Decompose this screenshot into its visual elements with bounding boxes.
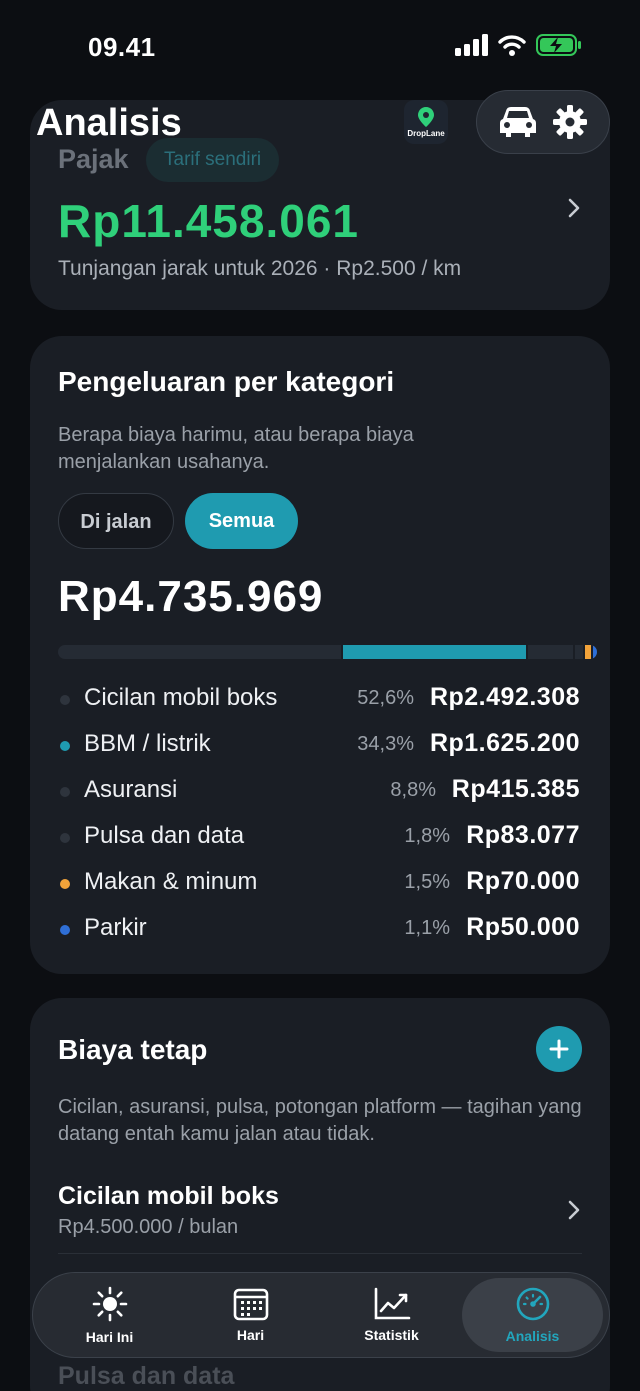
category-percent: 52,6%: [357, 687, 414, 709]
tab-label: Analisis: [505, 1328, 560, 1344]
gear-icon[interactable]: [552, 104, 588, 140]
tab-label: Hari: [236, 1327, 265, 1343]
tab-hari[interactable]: Hari: [180, 1278, 321, 1352]
category-name: Parkir: [84, 914, 147, 941]
category-name: Pulsa dan data: [84, 822, 245, 849]
category-share-segment: [58, 645, 342, 659]
category-name: BBM / listrik: [84, 730, 211, 757]
fixed-costs-description: Cicilan, asuransi, pulsa, potongan platf…: [58, 1096, 582, 1145]
category-title: Pengeluaran per kategori: [58, 366, 395, 397]
fixed-cost-name[interactable]: Pulsa dan data: [58, 1362, 234, 1391]
tab-hari-ini[interactable]: Hari Ini: [39, 1278, 180, 1352]
category-share-segment: [583, 645, 592, 659]
bottom-tab-bar: Hari Ini Hari Statistik Analisis: [32, 1272, 610, 1358]
category-name: Asuransi: [84, 776, 178, 803]
segment-di-jalan[interactable]: Di jalan: [58, 493, 174, 549]
screen: Pajak Tarif sendiri Rp11.458.061 Tunjang…: [0, 0, 640, 1391]
category-percent: 1,1%: [404, 917, 450, 939]
category-amount: Rp415.385: [451, 775, 580, 803]
segment-semua[interactable]: Semua: [185, 493, 298, 549]
tax-value: Rp11.458.061: [58, 195, 360, 247]
category-card: Pengeluaran per kategori Berapa biaya ha…: [30, 336, 610, 974]
tab-label: Hari Ini: [85, 1329, 134, 1345]
category-percent: 1,5%: [404, 871, 450, 893]
category-description: Berapa biaya harimu, atau berapa biaya m…: [58, 424, 414, 473]
tab-analisis[interactable]: Analisis: [462, 1278, 603, 1352]
calendar-icon: [233, 1288, 268, 1321]
category-share-segment: [591, 645, 597, 659]
category-list: Cicilan mobil boks 52,6% Rp2.492.308 BBM / …: [58, 676, 580, 952]
category-percent: 8,8%: [390, 779, 436, 801]
category-amount: Rp1.625.200: [429, 729, 580, 757]
status-time: 09.41: [88, 32, 156, 62]
chart-icon: [374, 1287, 410, 1320]
category-amount: Rp83.077: [466, 821, 580, 849]
category-color-dot: [60, 695, 70, 705]
category-percent: 1,8%: [404, 825, 450, 847]
header-actions: [476, 90, 610, 154]
category-share-bar: [58, 645, 597, 659]
category-share-segment: [341, 645, 526, 659]
category-percent: 34,3%: [357, 733, 414, 755]
category-amount: Rp70.000: [466, 867, 580, 895]
category-total: Rp4.735.969: [58, 572, 324, 621]
status-icons: [454, 34, 582, 56]
category-share-segment: [573, 645, 583, 659]
plus-icon: [549, 1039, 569, 1059]
category-amount: Rp50.000: [466, 913, 580, 941]
fixed-costs-title: Biaya tetap: [58, 1034, 208, 1065]
page-title: Analisis: [36, 102, 182, 144]
battery-charging-icon: [536, 34, 581, 56]
category-color-dot: [60, 741, 70, 751]
fixed-cost-amount: Rp4.500.000 / bulan: [58, 1216, 239, 1238]
category-row: Pulsa dan data 1,8% Rp83.077: [58, 814, 580, 860]
chevron-right-icon: [566, 196, 582, 225]
tab-label: Statistik: [364, 1327, 419, 1343]
fixed-cost-name: Cicilan mobil boks: [58, 1182, 279, 1210]
category-color-dot: [60, 833, 70, 843]
category-name: Makan & minum: [84, 868, 258, 895]
category-row: Cicilan mobil boks 52,6% Rp2.492.308: [58, 676, 580, 722]
category-amount: Rp2.492.308: [429, 683, 580, 711]
category-name: Cicilan mobil boks: [84, 684, 278, 711]
chevron-right-icon: [566, 1198, 582, 1227]
tax-subtitle: Tunjangan jarak untuk 2026 · Rp2.500 / k…: [58, 257, 462, 280]
wifi-icon: [498, 35, 526, 56]
car-icon[interactable]: [498, 105, 538, 139]
category-color-dot: [60, 879, 70, 889]
category-row: BBM / listrik 34,3% Rp1.625.200: [58, 722, 580, 768]
category-row: Asuransi 8,8% Rp415.385: [58, 768, 580, 814]
location-pin-icon: [418, 107, 434, 127]
app-header: Analisis DropLane: [0, 90, 640, 160]
tab-statistik[interactable]: Statistik: [321, 1278, 462, 1352]
logo-text: DropLane: [407, 129, 445, 138]
gauge-icon: [516, 1287, 549, 1321]
status-bar: 09.41: [0, 0, 640, 90]
category-row: Parkir 1,1% Rp50.000: [58, 906, 580, 952]
signal-icon: [455, 34, 488, 56]
app-logo[interactable]: DropLane: [404, 100, 448, 144]
category-color-dot: [60, 787, 70, 797]
fixed-cost-item[interactable]: Cicilan mobil boks Rp4.500.000 / bulan: [58, 1176, 582, 1254]
category-row: Makan & minum 1,5% Rp70.000: [58, 860, 580, 906]
sun-icon: [92, 1286, 127, 1322]
category-color-dot: [60, 925, 70, 935]
add-fixed-cost-button[interactable]: [536, 1026, 582, 1072]
category-share-segment: [525, 645, 574, 659]
